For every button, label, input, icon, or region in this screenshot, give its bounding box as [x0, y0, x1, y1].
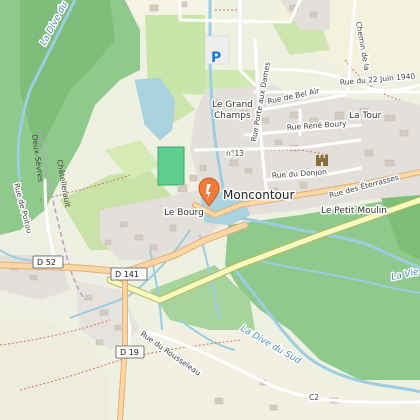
place-label-le-grand-1: Le Grand	[212, 100, 253, 110]
svg-text:D 141: D 141	[115, 270, 139, 279]
svg-text:D 19: D 19	[120, 348, 139, 357]
svg-text:D 52: D 52	[37, 258, 56, 267]
town-label: Moncontour	[223, 188, 294, 202]
parking-icon[interactable]: P	[211, 50, 221, 66]
place-label-le-bourg: Le Bourg	[164, 208, 204, 218]
street-label-c2: C2	[309, 393, 319, 402]
sports-pitch	[157, 146, 185, 186]
road-shield-d52: D 52	[32, 255, 64, 269]
place-label-le-grand-2: Champs	[214, 111, 251, 121]
map-view[interactable]: P D 52 D 141 D 19 Moncontour Le Bourg Le…	[0, 0, 420, 420]
road-shield-d19: D 19	[115, 345, 145, 359]
street-label-n13: n°13	[226, 149, 244, 158]
place-label-la-tour: La Tour	[349, 111, 382, 121]
place-label-le-petit-moulin: Le Petit Moulin	[321, 206, 387, 216]
map-canvas[interactable]: P D 52 D 141 D 19 Moncontour Le Bourg Le…	[0, 0, 420, 420]
castle-icon[interactable]	[316, 155, 328, 166]
road-shield-d141: D 141	[110, 267, 148, 281]
